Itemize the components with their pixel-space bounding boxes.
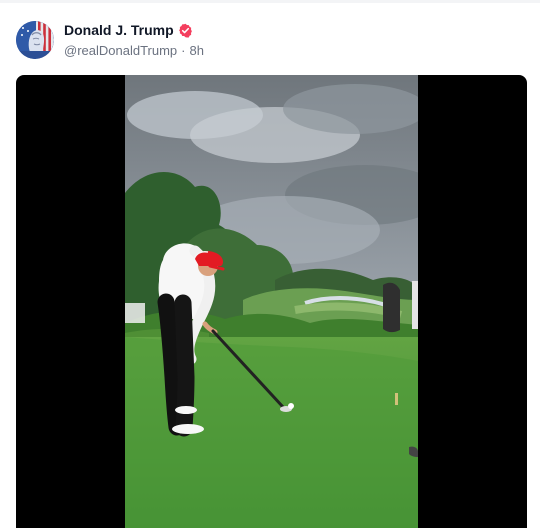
author-handle-row: @realDonaldTrump · 8h <box>64 43 204 59</box>
golf-video-icon <box>125 75 418 528</box>
verified-badge-icon <box>178 23 193 38</box>
post-time[interactable]: 8h <box>190 43 204 59</box>
author-avatar[interactable] <box>16 21 54 59</box>
author-name-row: Donald J. Trump <box>64 21 204 39</box>
avatar-icon <box>16 21 54 59</box>
video-player[interactable] <box>16 75 527 528</box>
video-frame[interactable] <box>125 75 418 528</box>
top-divider <box>0 0 540 3</box>
author-name[interactable]: Donald J. Trump <box>64 21 174 39</box>
post-header: Donald J. Trump @realDonaldTrump · 8h <box>16 20 526 60</box>
meta-separator: · <box>181 43 186 58</box>
author-handle[interactable]: @realDonaldTrump <box>64 43 177 59</box>
post-meta: Donald J. Trump @realDonaldTrump · 8h <box>64 21 204 59</box>
